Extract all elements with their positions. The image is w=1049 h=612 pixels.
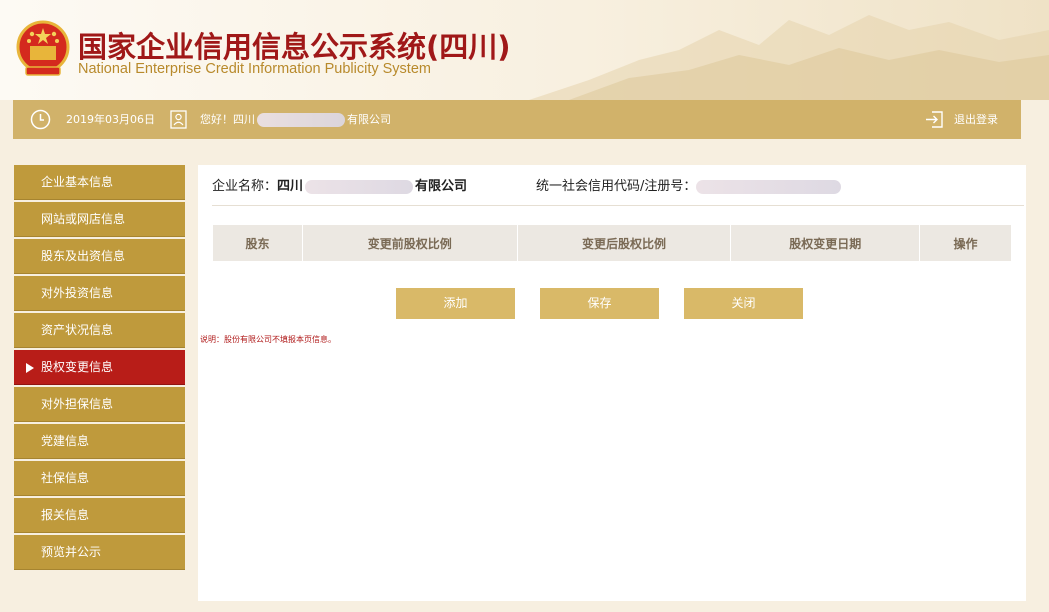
sidebar-item-website[interactable]: 网站或网店信息 [14, 202, 185, 237]
sidebar-item-label: 社保信息 [41, 471, 90, 485]
equity-change-table: 股东 变更前股权比例 变更后股权比例 股权变更日期 操作 [212, 224, 1012, 262]
sidebar-item-preview-publish[interactable]: 预览并公示 [14, 535, 185, 570]
sidebar-item-guarantee[interactable]: 对外担保信息 [14, 387, 185, 422]
current-date: 2019年03月06日 [66, 113, 155, 126]
column-header-shareholder: 股东 [212, 224, 303, 262]
sidebar-item-label: 预览并公示 [41, 545, 102, 559]
greeting-suffix: 有限公司 [347, 113, 391, 126]
save-button[interactable]: 保存 [540, 288, 659, 319]
instruction-note: 说明：股份有限公司不填报本页信息。 [200, 335, 336, 344]
sidebar-item-party[interactable]: 党建信息 [14, 424, 185, 459]
company-name-row: 企业名称：四川 有限公司 [212, 177, 467, 197]
divider [212, 205, 1024, 206]
system-title-chinese: 国家企业信用信息公示系统(四川) [78, 30, 511, 64]
credit-code-label: 统一社会信用代码/注册号： [536, 179, 697, 194]
main-panel: 企业名称：四川 有限公司 统一社会信用代码/注册号： 股东 变更前股权比例 变更后… [198, 165, 1026, 601]
sidebar-nav: 企业基本信息 网站或网店信息 股东及出资信息 对外投资信息 资产状况信息 股权变… [14, 165, 185, 572]
active-arrow-icon [26, 363, 34, 373]
user-icon [170, 110, 187, 129]
column-header-ratio-after: 变更后股权比例 [516, 224, 732, 262]
sidebar-item-customs[interactable]: 报关信息 [14, 498, 185, 533]
logout-link[interactable]: 退出登录 [954, 100, 998, 139]
sidebar-item-label: 对外投资信息 [41, 286, 114, 300]
sidebar-item-social-security[interactable]: 社保信息 [14, 461, 185, 496]
column-header-ratio-before: 变更前股权比例 [301, 224, 518, 262]
sidebar-item-assets[interactable]: 资产状况信息 [14, 313, 185, 348]
sidebar-item-label: 党建信息 [41, 434, 90, 448]
sidebar-item-investment[interactable]: 对外投资信息 [14, 276, 185, 311]
company-name-suffix: 有限公司 [415, 179, 468, 194]
system-title-english: National Enterprise Credit Information P… [78, 61, 431, 77]
mountain-background-image [529, 15, 1049, 100]
sidebar-item-shareholders[interactable]: 股东及出资信息 [14, 239, 185, 274]
company-name-label: 企业名称： [212, 179, 278, 194]
close-button[interactable]: 关闭 [684, 288, 803, 319]
add-button[interactable]: 添加 [396, 288, 515, 319]
table-header-row: 股东 变更前股权比例 变更后股权比例 股权变更日期 操作 [212, 224, 1012, 262]
sidebar-item-label: 网站或网店信息 [41, 212, 126, 226]
page-header: 国家企业信用信息公示系统(四川) National Enterprise Cre… [0, 0, 1049, 100]
column-header-actions: 操作 [919, 224, 1012, 262]
info-bar: 2019年03月06日 您好！四川 有限公司 退出登录 [13, 100, 1021, 139]
redacted-company-name [305, 179, 414, 194]
redacted-credit-code [696, 179, 842, 194]
greeting-prefix: 您好！四川 [200, 113, 255, 126]
logout-icon[interactable] [925, 110, 944, 129]
sidebar-item-label: 对外担保信息 [41, 397, 114, 411]
sidebar-item-label: 股东及出资信息 [41, 249, 126, 263]
clock-icon [30, 109, 51, 130]
sidebar-item-equity-change[interactable]: 股权变更信息 [14, 350, 185, 385]
sidebar-item-label: 资产状况信息 [41, 323, 114, 337]
redacted-name [257, 113, 345, 127]
sidebar-item-label: 企业基本信息 [41, 175, 114, 189]
sidebar-item-basic-info[interactable]: 企业基本信息 [14, 165, 185, 200]
credit-code-row: 统一社会信用代码/注册号： [536, 177, 842, 197]
user-greeting: 您好！四川 有限公司 [200, 100, 391, 139]
sidebar-item-label: 股权变更信息 [41, 360, 114, 374]
column-header-change-date: 股权变更日期 [730, 224, 921, 262]
sidebar-item-label: 报关信息 [41, 508, 90, 522]
company-name-prefix: 四川 [277, 179, 304, 194]
national-emblem-icon [16, 20, 70, 76]
